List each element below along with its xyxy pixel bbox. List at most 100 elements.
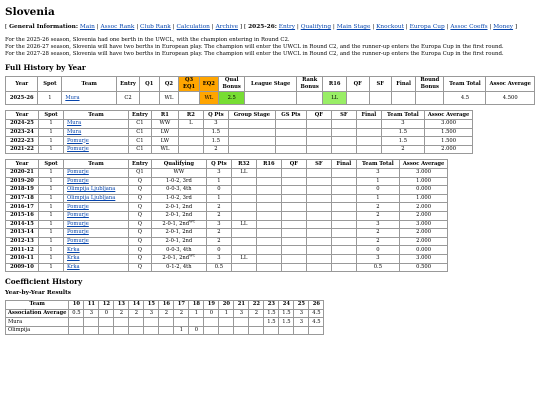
- qualifying-cell: 1-0-2, 3rd: [150, 193, 207, 204]
- coef-value-cell: [158, 317, 175, 327]
- year-cell: 2022-23: [5, 136, 39, 146]
- q-pts-cell: 1: [205, 176, 232, 187]
- qualifying-cell: WW: [150, 168, 207, 178]
- nav-link-entry[interactable]: Entry: [279, 24, 295, 30]
- r2-cell: [177, 127, 204, 138]
- nav-link-assoc-coeffs[interactable]: Assoc Coeffs: [450, 24, 487, 30]
- col-header: QF: [305, 110, 332, 120]
- assoc-average-cell: 2.000: [423, 144, 474, 155]
- q-pts-cell: 0.5: [205, 262, 232, 273]
- final-cell: [330, 219, 357, 230]
- team-link[interactable]: Pomurje: [67, 138, 89, 144]
- col-header: Final: [355, 110, 382, 120]
- team-link[interactable]: Pomurje: [67, 221, 89, 227]
- year-cell: 2013-14: [5, 228, 39, 238]
- year-cell: 2020-21: [5, 168, 39, 178]
- coef-value-cell: [248, 325, 265, 336]
- col-header: Assoc Average: [485, 76, 535, 93]
- nav-link-assoc-rank[interactable]: Assoc Rank: [100, 24, 134, 30]
- qualifying-cell: 2-0-1, 2nd: [150, 202, 207, 212]
- coef-value-cell: [308, 325, 325, 336]
- team-link[interactable]: Mura: [67, 120, 81, 126]
- coef-value-cell: 1: [218, 308, 235, 319]
- team-link[interactable]: Pomurje: [67, 212, 89, 218]
- nav-link-archive[interactable]: Archive: [216, 24, 239, 30]
- team-link-mura[interactable]: Mura: [65, 95, 79, 101]
- team-link[interactable]: Mura: [67, 129, 81, 135]
- cup-q-history-table: Year Spot Team Entry Qualifying Q Pts R3…: [5, 159, 449, 273]
- qualifying-result: 2-0-1, 2nd: [165, 203, 193, 210]
- nav-link-qualifying[interactable]: Qualifying: [301, 24, 331, 30]
- table-header-row: Team 10 11 12 13 14 15 16 17 18 19 20 21 22 23 24 25 26: [4, 300, 325, 310]
- r16-cell: [255, 202, 282, 212]
- r16-cell: [255, 245, 282, 255]
- year-cell: 2016-17: [5, 202, 39, 212]
- final-cell: [330, 185, 357, 195]
- qualifying-result: 1-0-2, 3rd: [165, 177, 192, 184]
- coef-value-cell: [218, 325, 235, 336]
- coef-value-cell: 2: [158, 308, 175, 319]
- qf-cell: [280, 185, 307, 195]
- nav-bar: [ General Information: Main | Assoc Rank…: [5, 24, 518, 30]
- final-cell: [355, 119, 382, 129]
- coef-value-cell: [113, 317, 130, 327]
- assoc-average-cell: 0.000: [398, 245, 449, 255]
- team-link[interactable]: Pomurje: [67, 169, 89, 175]
- col-header: Rank Bonus: [295, 76, 324, 93]
- q-pts-cell: 3: [205, 219, 232, 230]
- r2-cell: [177, 144, 204, 155]
- qualifying-result: 0-0-3, 4th: [166, 246, 192, 253]
- r32-cell: [230, 193, 257, 204]
- nav-link-calculation[interactable]: Calculation: [176, 24, 209, 30]
- col-header: Entry: [128, 159, 152, 169]
- final-cell: [330, 176, 357, 187]
- q-pts-cell: 3: [205, 168, 232, 178]
- qualifying-cell: 0-0-3, 4th: [150, 245, 207, 255]
- nav-link-main-stage[interactable]: Main Stage: [337, 24, 371, 30]
- team-link[interactable]: Olimpija Ljubljana: [67, 195, 115, 201]
- qf-cell: [305, 119, 332, 129]
- team-link[interactable]: Pomurje: [67, 229, 89, 235]
- nav-link-main[interactable]: Main: [80, 24, 95, 30]
- team-link[interactable]: Pomurje: [67, 146, 89, 152]
- team-link[interactable]: Krka: [67, 255, 80, 261]
- team-link[interactable]: Olimpija Ljubljana: [67, 186, 115, 192]
- nav-link-knockout[interactable]: Knockout: [376, 24, 404, 30]
- league-stage-cell: [244, 91, 297, 106]
- note-2025-26: For the 2025-26 season, Slovenia had one…: [5, 36, 290, 43]
- spot-cell: 1: [38, 127, 64, 138]
- team-link[interactable]: Pomurje: [67, 238, 89, 244]
- col-header: Q2: [158, 76, 180, 93]
- q-pts-cell: 1.5: [202, 127, 229, 138]
- r2-cell: [177, 136, 204, 146]
- entry-cell: Q: [128, 210, 152, 221]
- nav-link-europa-cup[interactable]: Europa Cup: [410, 24, 445, 30]
- col-header: Round Bonus: [415, 76, 445, 93]
- qf-cell: [280, 193, 307, 204]
- qf-cell: [280, 168, 307, 178]
- r16-cell: [255, 236, 282, 247]
- qualifying-result: 2-0-1, 2nd: [162, 255, 190, 262]
- coef-value-cell: [128, 317, 145, 327]
- nav-link-money[interactable]: Money: [493, 24, 513, 30]
- rank-bonus-cell: [295, 91, 324, 106]
- coef-team-cell: Mura: [4, 317, 70, 327]
- team-link[interactable]: Pomurje: [67, 178, 89, 184]
- nav-link-club-rank[interactable]: Club Rank: [140, 24, 171, 30]
- q-pts-cell: 0: [205, 245, 232, 255]
- qf-cell: [280, 245, 307, 255]
- r32-cell: [230, 176, 257, 187]
- team-link[interactable]: Pomurje: [67, 204, 89, 210]
- full-history-heading: Full History by Year: [5, 63, 86, 73]
- final-cell: [330, 262, 357, 273]
- table-row: 2017-18 1 Olimpija Ljubljana Q 1-0-2, 3rd 1 1 1…: [5, 193, 449, 204]
- team-cell: Mura: [63, 127, 129, 138]
- team-link[interactable]: Krka: [67, 247, 80, 253]
- team-link[interactable]: Krka: [67, 264, 80, 270]
- qualifying-cell: 0-1-2, 4th: [150, 262, 207, 273]
- entry-cell: C1: [128, 136, 152, 146]
- table-row: 2011-12 1 Krka Q 0-0-3, 4th 0 0 0.000: [5, 245, 449, 255]
- assoc-average-cell: 4.500: [485, 91, 535, 106]
- col-header: 10: [68, 300, 85, 310]
- table-row: 2021-22 1 Pomurje C1 WL 2 2 2.000: [5, 144, 474, 155]
